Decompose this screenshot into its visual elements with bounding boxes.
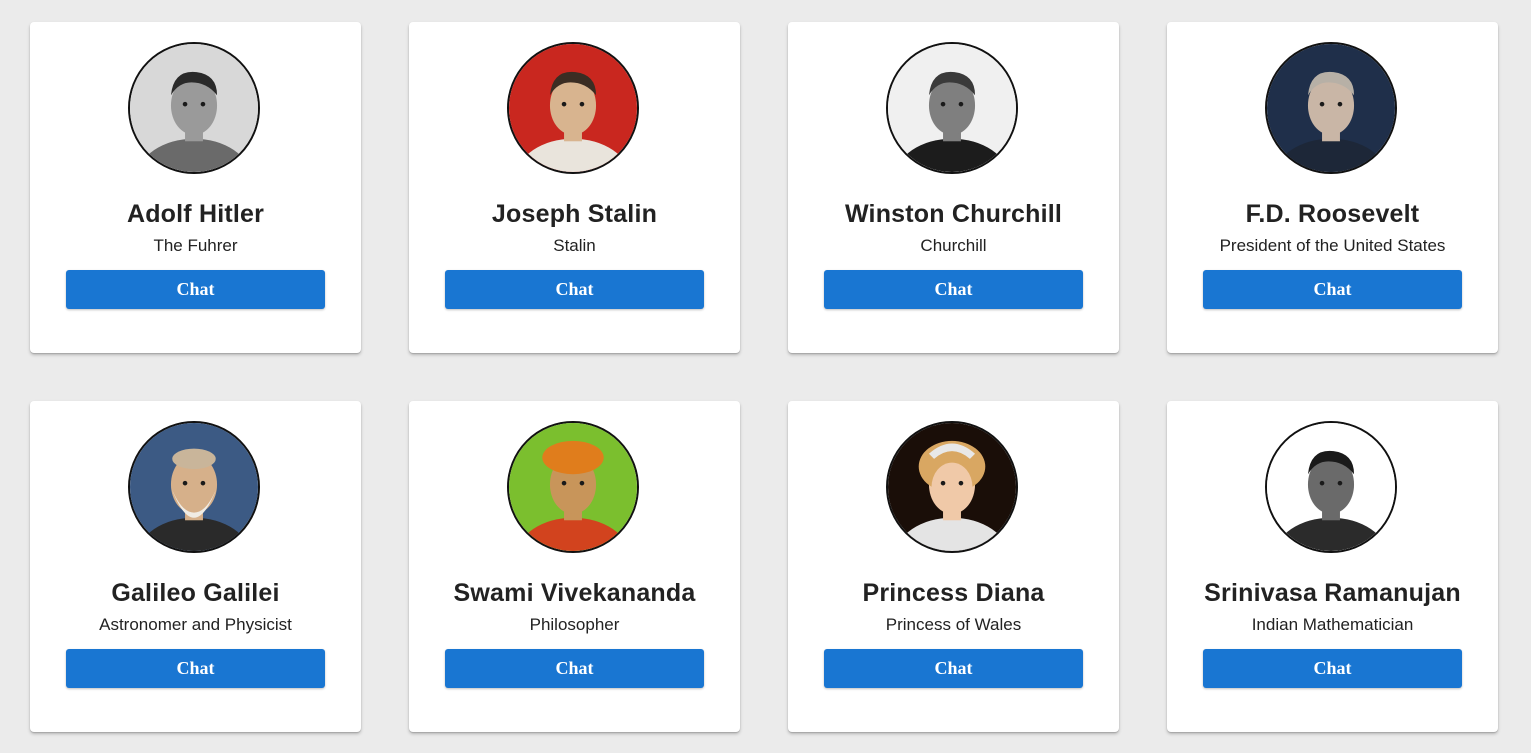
persona-title: The Fuhrer [153, 236, 238, 255]
persona-title: Philosopher [529, 615, 620, 634]
persona-title: Indian Mathematician [1251, 615, 1414, 634]
persona-card-roosevelt: F.D. Roosevelt President of the United S… [1167, 22, 1498, 353]
avatar [1265, 42, 1397, 174]
persona-name: Joseph Stalin [491, 200, 658, 228]
chat-button[interactable]: Chat [1203, 270, 1462, 309]
persona-title: Princess of Wales [885, 615, 1022, 634]
persona-name: Galileo Galilei [111, 579, 280, 607]
portrait-tiara-image [888, 423, 1016, 551]
persona-name: Princess Diana [862, 579, 1045, 607]
chat-button[interactable]: Chat [445, 649, 704, 688]
chat-button[interactable]: Chat [66, 270, 325, 309]
portrait-engraving-bearded-image [130, 423, 258, 551]
persona-name: Winston Churchill [844, 200, 1063, 228]
portrait-suit-man-image [1267, 44, 1395, 172]
avatar [128, 42, 260, 174]
avatar [507, 421, 639, 553]
portrait-turban-image [509, 423, 637, 551]
persona-card-vivekananda: Swami Vivekananda Philosopher Chat [409, 401, 740, 732]
chat-button[interactable]: Chat [66, 649, 325, 688]
chat-button[interactable]: Chat [1203, 649, 1462, 688]
avatar [1265, 421, 1397, 553]
chat-button[interactable]: Chat [445, 270, 704, 309]
persona-card-galileo: Galileo Galilei Astronomer and Physicist… [30, 401, 361, 732]
persona-card-stalin: Joseph Stalin Stalin Chat [409, 22, 740, 353]
persona-grid: Adolf Hitler The Fuhrer Chat Joseph Stal… [30, 22, 1498, 732]
chat-button[interactable]: Chat [824, 270, 1083, 309]
persona-name: Adolf Hitler [126, 200, 265, 228]
persona-card-hitler: Adolf Hitler The Fuhrer Chat [30, 22, 361, 353]
avatar [507, 42, 639, 174]
avatar [128, 421, 260, 553]
avatar [886, 42, 1018, 174]
portrait-bw-man-image [1267, 423, 1395, 551]
persona-title: Astronomer and Physicist [99, 615, 292, 634]
chat-button[interactable]: Chat [824, 649, 1083, 688]
persona-card-churchill: Winston Churchill Churchill Chat [788, 22, 1119, 353]
persona-title: Stalin [553, 236, 596, 255]
persona-card-diana: Princess Diana Princess of Wales Chat [788, 401, 1119, 732]
portrait-bw-man-image [888, 44, 1016, 172]
persona-name: F.D. Roosevelt [1245, 200, 1420, 228]
portrait-uniform-red-flag-image [509, 44, 637, 172]
persona-name: Swami Vivekananda [453, 579, 696, 607]
avatar [886, 421, 1018, 553]
persona-name: Srinivasa Ramanujan [1204, 579, 1461, 607]
portrait-bw-man-image [130, 44, 258, 172]
persona-title: President of the United States [1219, 236, 1446, 255]
persona-title: Churchill [920, 236, 987, 255]
persona-card-ramanujan: Srinivasa Ramanujan Indian Mathematician… [1167, 401, 1498, 732]
